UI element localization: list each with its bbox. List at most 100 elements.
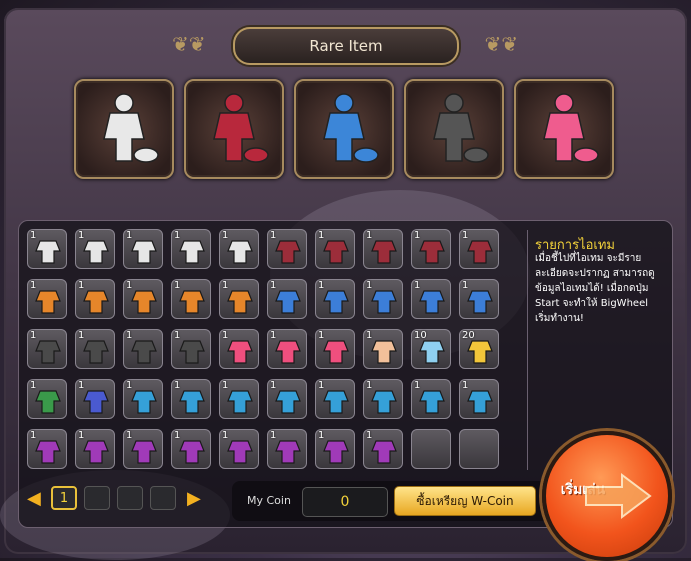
buy-wcoin-button[interactable]: ซื้อเหรียญ W-Coin	[394, 486, 536, 516]
inventory-slot[interactable]: 1	[267, 429, 307, 469]
inventory-slot[interactable]: 1	[315, 279, 355, 319]
inventory-slot[interactable]: 10	[411, 329, 451, 369]
inventory-slot[interactable]: 1	[171, 229, 211, 269]
inventory-slot[interactable]: 1	[123, 329, 163, 369]
inventory-slot[interactable]: 1	[459, 379, 499, 419]
inventory-slot[interactable]: 1	[267, 379, 307, 419]
item-icon	[227, 240, 253, 264]
rare-item-slot[interactable]	[74, 79, 174, 179]
item-icon	[227, 440, 253, 464]
item-icon	[227, 390, 253, 414]
rare-item-slot[interactable]	[294, 79, 394, 179]
inventory-slot[interactable]: 1	[267, 229, 307, 269]
item-quantity: 1	[462, 280, 469, 291]
chevron-left-icon[interactable]: ◀	[27, 490, 41, 508]
coin-balance: 0	[302, 487, 388, 517]
inventory-slot[interactable]: 1	[171, 329, 211, 369]
inventory-slot[interactable]: 1	[411, 229, 451, 269]
item-icon	[323, 240, 349, 264]
item-quantity: 1	[318, 380, 325, 391]
start-button[interactable]: เริ่มเล่น	[542, 431, 672, 561]
page-1-button[interactable]: 1	[51, 486, 77, 510]
inventory-slot[interactable]: 1	[363, 329, 403, 369]
item-icon	[131, 240, 157, 264]
inventory-slot[interactable]: 1	[123, 379, 163, 419]
item-quantity: 20	[462, 330, 475, 341]
inventory-slot[interactable]: 1	[171, 279, 211, 319]
inventory-slot[interactable]: 1	[315, 229, 355, 269]
inventory-slot[interactable]: 1	[75, 379, 115, 419]
item-quantity: 1	[78, 380, 85, 391]
item-icon	[419, 390, 445, 414]
inventory-slot[interactable]: 1	[171, 379, 211, 419]
item-quantity: 1	[366, 380, 373, 391]
inventory-slot[interactable]: 1	[363, 279, 403, 319]
inventory-slot[interactable]: 1	[267, 279, 307, 319]
item-icon	[131, 290, 157, 314]
item-icon	[179, 440, 205, 464]
item-quantity: 1	[462, 230, 469, 241]
inventory-slot[interactable]: 1	[459, 279, 499, 319]
rare-item-slot[interactable]	[404, 79, 504, 179]
item-icon	[419, 290, 445, 314]
inventory-slot[interactable]: 1	[123, 279, 163, 319]
inventory-slot[interactable]: 1	[123, 429, 163, 469]
inventory-slot[interactable]: 1	[459, 229, 499, 269]
inventory-slot[interactable]: 1	[219, 279, 259, 319]
item-icon	[83, 240, 109, 264]
inventory-slot[interactable]: 1	[315, 329, 355, 369]
inventory-slot[interactable]: 1	[267, 329, 307, 369]
inventory-slot[interactable]: 1	[27, 379, 67, 419]
inventory-slot-empty[interactable]	[411, 429, 451, 469]
rare-item-slot[interactable]	[514, 79, 614, 179]
item-quantity: 1	[78, 430, 85, 441]
item-icon	[371, 290, 397, 314]
item-icon	[323, 390, 349, 414]
inventory-slot[interactable]: 1	[27, 279, 67, 319]
item-icon	[131, 340, 157, 364]
inventory-slot[interactable]: 20	[459, 329, 499, 369]
item-icon	[227, 290, 253, 314]
item-icon	[35, 440, 61, 464]
inventory-slot[interactable]: 1	[219, 329, 259, 369]
item-quantity: 1	[318, 330, 325, 341]
item-quantity: 1	[222, 280, 229, 291]
item-quantity: 1	[126, 380, 133, 391]
inventory-slot[interactable]: 1	[27, 229, 67, 269]
inventory-slot[interactable]: 1	[219, 379, 259, 419]
inventory-slot[interactable]: 1	[75, 229, 115, 269]
inventory-slot[interactable]: 1	[75, 329, 115, 369]
item-quantity: 1	[78, 230, 85, 241]
item-quantity: 1	[126, 280, 133, 291]
item-quantity: 1	[174, 230, 181, 241]
item-icon	[179, 390, 205, 414]
coin-label: My Coin	[247, 494, 291, 507]
inventory-slot[interactable]: 1	[315, 379, 355, 419]
item-quantity: 1	[126, 230, 133, 241]
inventory-slot[interactable]: 1	[363, 229, 403, 269]
item-quantity: 1	[126, 430, 133, 441]
inventory-slot[interactable]: 1	[171, 429, 211, 469]
rare-item-slot[interactable]	[184, 79, 284, 179]
item-icon	[83, 340, 109, 364]
inventory-slot[interactable]: 1	[315, 429, 355, 469]
item-quantity: 1	[30, 430, 37, 441]
item-quantity: 1	[126, 330, 133, 341]
inventory-slot[interactable]: 1	[411, 279, 451, 319]
item-quantity: 1	[222, 430, 229, 441]
inventory-slot[interactable]: 1	[75, 279, 115, 319]
item-quantity: 1	[270, 330, 277, 341]
inventory-slot[interactable]: 1	[363, 379, 403, 419]
inventory-slot[interactable]: 1	[411, 379, 451, 419]
inventory-slot[interactable]: 1	[27, 329, 67, 369]
inventory-slot[interactable]: 1	[27, 429, 67, 469]
inventory-slot[interactable]: 1	[363, 429, 403, 469]
inventory-slot[interactable]: 1	[123, 229, 163, 269]
chevron-right-icon[interactable]: ▶	[187, 490, 201, 508]
inventory-slot[interactable]: 1	[219, 429, 259, 469]
inventory-slot[interactable]: 1	[75, 429, 115, 469]
inventory-slot[interactable]: 1	[219, 229, 259, 269]
outfit-icon	[213, 93, 269, 163]
inventory-slot-empty[interactable]	[459, 429, 499, 469]
item-quantity: 1	[222, 380, 229, 391]
